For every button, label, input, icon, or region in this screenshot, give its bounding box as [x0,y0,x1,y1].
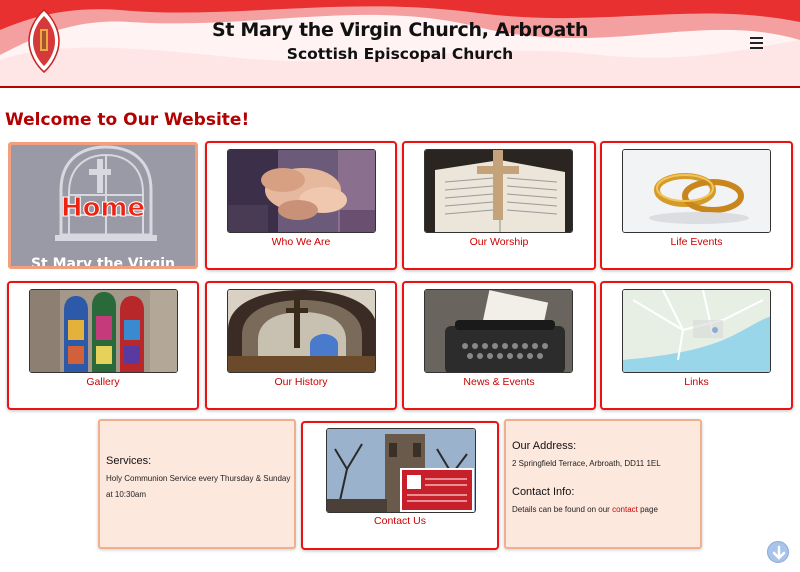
tile-our-worship[interactable]: Our Worship [402,141,596,270]
tile-label: Gallery [86,376,120,388]
page-heading: Welcome to Our Website! [5,110,250,130]
contact-info-suffix: page [640,505,658,514]
tile-contact-us[interactable]: Contact Us [301,421,499,550]
tile-who-we-are[interactable]: Who We Are [205,141,397,270]
map-photo [622,289,771,373]
home-tile-subtitle: St Mary the Virgin [30,256,176,269]
contact-page-link[interactable]: contact [612,505,638,514]
services-text-line2: at 10:30am [106,490,147,499]
contact-info-heading: Contact Info: [512,486,575,498]
services-text-line1: Holy Communion Service every Thursday & … [106,474,291,483]
typewriter-news-photo [424,289,573,373]
church-exterior-sign-photo [326,428,476,513]
church-interior-arch-photo [227,289,376,373]
stained-glass-window-photo [29,289,178,373]
address-text: 2 Springfield Terrace, Arbroath, DD11 1E… [512,459,661,468]
services-box: Services: Holy Communion Service every T… [98,419,296,549]
header-wave-background [0,0,800,86]
open-bible-cross-photo [424,149,573,233]
tile-links[interactable]: Links [600,281,793,410]
tile-gallery[interactable]: Gallery [7,281,199,410]
tile-label: Links [684,376,709,388]
tile-our-history[interactable]: Our History [205,281,397,410]
tile-life-events[interactable]: Life Events [600,141,793,270]
home-tile-label: Home [60,193,146,224]
tile-label: News & Events [463,376,535,388]
tile-label: Our Worship [469,236,529,248]
wedding-rings-photo [622,149,771,233]
hands-together-photo [227,149,376,233]
site-header: St Mary the Virgin Church, Arbroath Scot… [0,0,800,88]
services-heading: Services: [106,455,152,467]
site-subtitle: Scottish Episcopal Church [286,45,514,63]
scroll-down-arrow-icon[interactable] [767,541,789,563]
home-tile[interactable]: Home St Mary the Virgin [8,142,198,269]
tile-label: Life Events [670,236,723,248]
address-heading: Our Address: [512,440,577,452]
site-title: St Mary the Virgin Church, Arbroath [211,19,589,41]
tile-label: Our History [274,376,328,388]
tile-label: Contact Us [374,515,426,527]
contact-info-text: Details can be found on our contact page [512,502,658,518]
tile-news-events[interactable]: News & Events [402,281,596,410]
contact-info-prefix: Details can be found on our [512,505,610,514]
address-box: Our Address: 2 Springfield Terrace, Arbr… [504,419,702,549]
tile-label: Who We Are [271,236,331,248]
hamburger-menu-icon[interactable] [750,37,763,49]
